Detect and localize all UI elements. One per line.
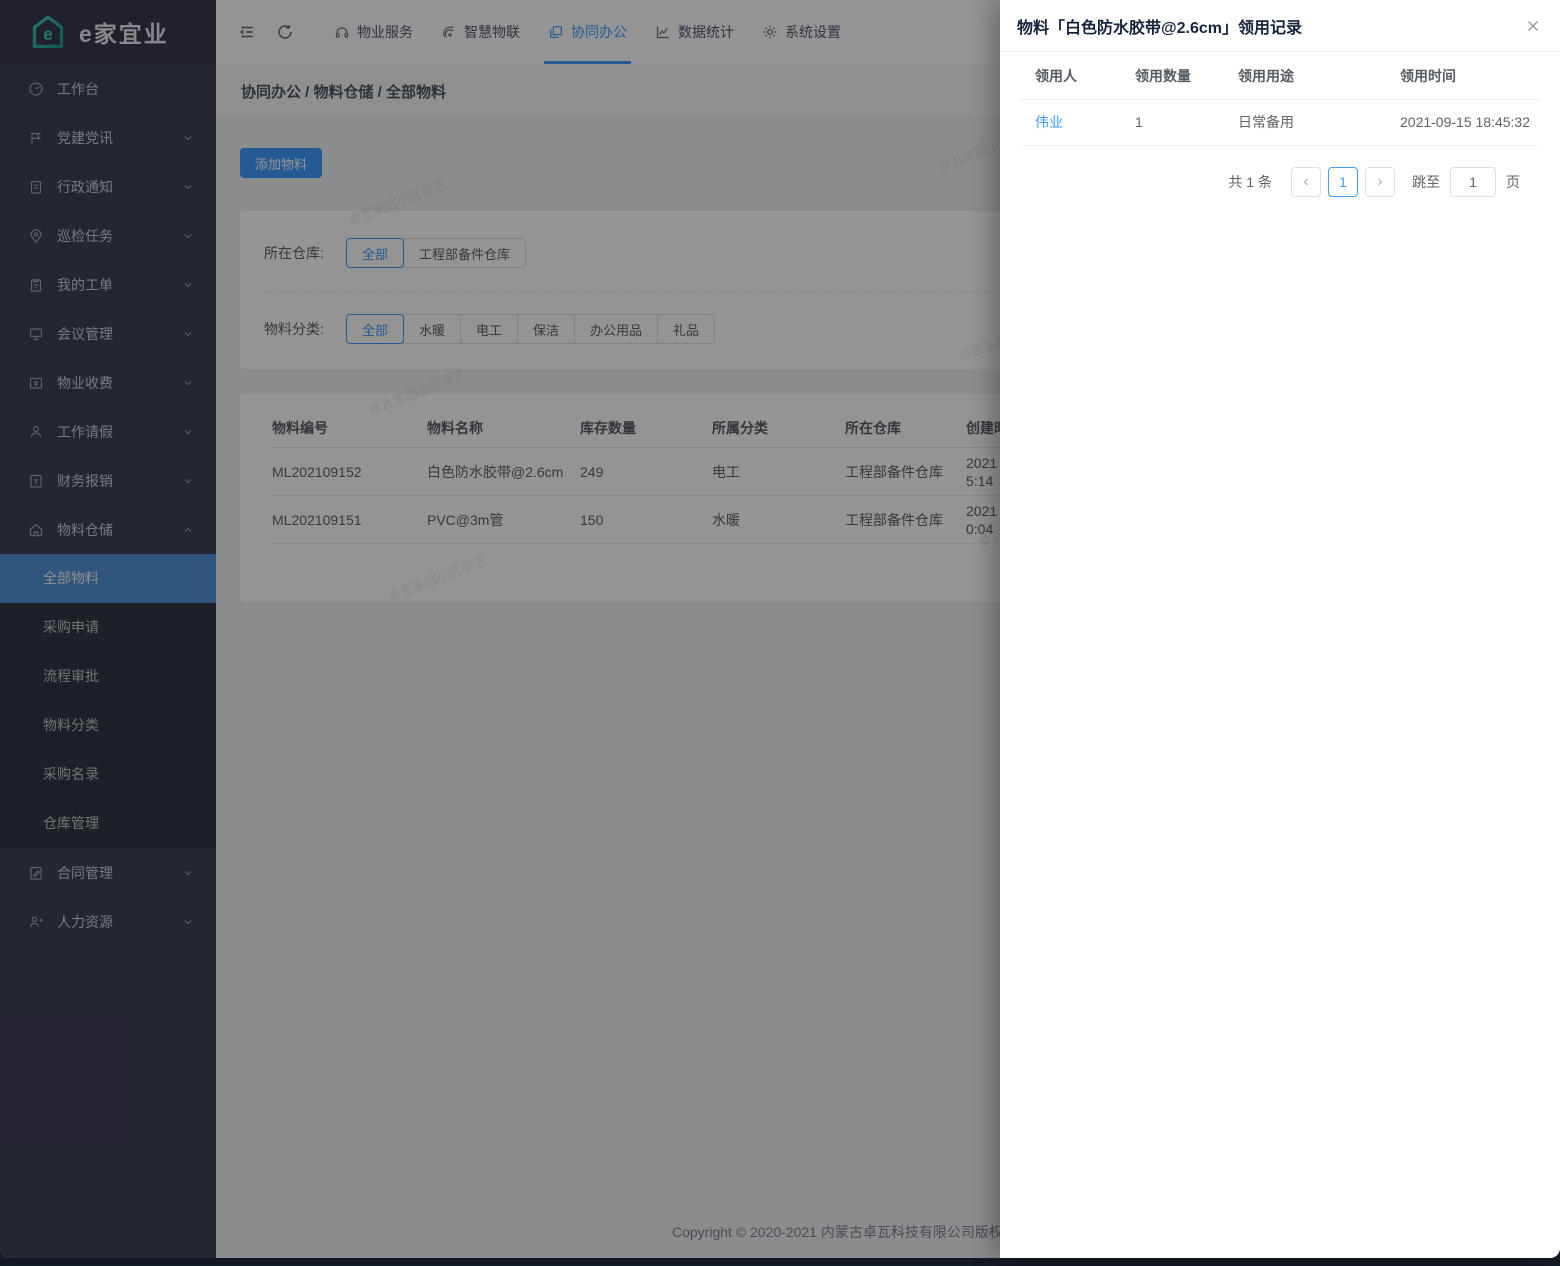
usage-purpose: 日常备用 xyxy=(1238,112,1400,132)
jump-page-input[interactable] xyxy=(1450,167,1496,197)
usage-user-link[interactable]: 伟业 xyxy=(1035,112,1135,132)
usage-time: 2021-09-15 18:45:32 xyxy=(1400,113,1550,132)
usage-table-header: 领用人 领用数量 领用用途 领用时间 xyxy=(1020,52,1540,100)
usage-quantity: 1 xyxy=(1135,114,1238,130)
page-suffix-label: 页 xyxy=(1506,172,1520,192)
prev-page-button[interactable] xyxy=(1291,167,1321,197)
usage-table-row: 伟业 1 日常备用 2021-09-15 18:45:32 xyxy=(1020,100,1540,146)
jump-to-label: 跳至 xyxy=(1412,172,1440,192)
close-icon[interactable] xyxy=(1523,16,1543,36)
page-number-button[interactable]: 1 xyxy=(1328,167,1358,197)
drawer-title: 物料「白色防水胶带@2.6cm」领用记录 xyxy=(1017,14,1302,38)
usage-record-drawer: 物料「白色防水胶带@2.6cm」领用记录 领用人 领用数量 领用用途 领用时间 … xyxy=(1000,0,1560,1258)
next-page-button[interactable] xyxy=(1365,167,1395,197)
drawer-body: 领用人 领用数量 领用用途 领用时间 伟业 1 日常备用 2021-09-15 … xyxy=(1000,52,1560,197)
pagination-total: 共 1 条 xyxy=(1228,172,1272,192)
drawer-header: 物料「白色防水胶带@2.6cm」领用记录 xyxy=(1000,0,1560,52)
pagination: 共 1 条 1 跳至 页 xyxy=(1020,167,1520,197)
